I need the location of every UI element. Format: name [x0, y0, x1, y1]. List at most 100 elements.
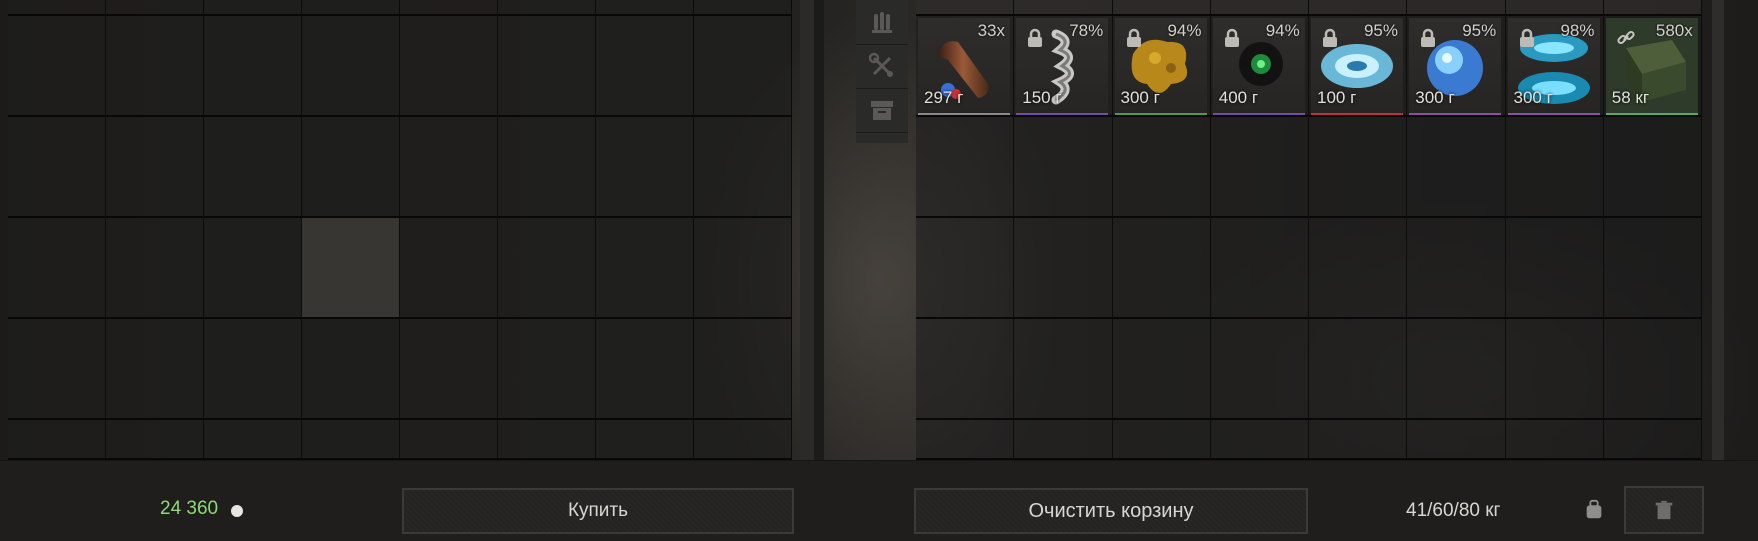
stash-cell[interactable]: [498, 319, 596, 420]
cart-cell[interactable]: [1505, 319, 1604, 420]
stash-cell[interactable]: [302, 319, 400, 420]
stash-cell[interactable]: [694, 16, 792, 117]
cart-cell[interactable]: [1210, 117, 1309, 218]
cart-cell[interactable]: [1407, 420, 1506, 460]
cart-cell[interactable]: [1112, 218, 1211, 319]
stash-cell[interactable]: [400, 420, 498, 460]
stash-cell[interactable]: [302, 117, 400, 218]
cart-cell[interactable]: [1309, 420, 1408, 460]
stash-cell[interactable]: [204, 117, 302, 218]
delete-cart-button[interactable]: [1624, 486, 1704, 534]
left-panel-scrollbar[interactable]: [800, 0, 814, 460]
stash-cell[interactable]: [596, 0, 694, 16]
storage-filter-button[interactable]: [856, 88, 908, 133]
cart-cell[interactable]: [1505, 0, 1604, 16]
stash-cell[interactable]: [498, 16, 596, 117]
cart-item-green-urchin[interactable]: 94% 400 г: [1212, 18, 1305, 115]
stash-cell[interactable]: [8, 117, 106, 218]
stash-cell[interactable]: [106, 16, 204, 117]
stash-cell[interactable]: [204, 0, 302, 16]
cart-cell[interactable]: [1505, 420, 1604, 460]
tools-filter-button[interactable]: [856, 44, 908, 89]
stash-cell[interactable]: [106, 0, 204, 16]
stash-cell[interactable]: [302, 16, 400, 117]
cart-cell[interactable]: [1014, 218, 1113, 319]
right-panel-scrollbar[interactable]: [1712, 0, 1724, 460]
stash-cell[interactable]: [400, 117, 498, 218]
cart-cell[interactable]: [1407, 319, 1506, 420]
cart-cell[interactable]: [1309, 218, 1408, 319]
stash-cell[interactable]: [596, 16, 694, 117]
cart-cell[interactable]: [916, 319, 1015, 420]
stash-cell[interactable]: [204, 420, 302, 460]
cart-cell[interactable]: [1407, 0, 1506, 16]
stash-cell[interactable]: [596, 319, 694, 420]
stash-cell[interactable]: [204, 319, 302, 420]
cart-cell[interactable]: [916, 117, 1015, 218]
cart-cell[interactable]: [1112, 0, 1211, 16]
stash-grid[interactable]: [8, 0, 792, 460]
stash-cell[interactable]: [204, 218, 302, 319]
stash-cell[interactable]: [596, 420, 694, 460]
stash-cell[interactable]: [694, 117, 792, 218]
cart-cell[interactable]: [1014, 319, 1113, 420]
cart-item-ammo-crate[interactable]: 580x 58 кг: [1605, 18, 1698, 115]
ammo-filter-button[interactable]: [856, 0, 908, 45]
stash-cell[interactable]: [400, 0, 498, 16]
cart-cell[interactable]: [1112, 420, 1211, 460]
cart-cell[interactable]: [1407, 218, 1506, 319]
cart-cell[interactable]: [1309, 117, 1408, 218]
cart-cell[interactable]: [916, 420, 1015, 460]
stash-cell[interactable]: [400, 218, 498, 319]
cart-cell[interactable]: [1603, 218, 1702, 319]
stash-cell[interactable]: [8, 218, 106, 319]
cart-cell[interactable]: [1407, 117, 1506, 218]
stash-cell[interactable]: [498, 0, 596, 16]
stash-cell[interactable]: [694, 319, 792, 420]
cart-cell[interactable]: [1603, 117, 1702, 218]
cart-cell[interactable]: [1210, 319, 1309, 420]
cart-cell[interactable]: [1309, 0, 1408, 16]
cart-cell[interactable]: [1603, 420, 1702, 460]
cart-cell[interactable]: [1210, 0, 1309, 16]
stash-cell[interactable]: [596, 117, 694, 218]
cart-cell[interactable]: [1309, 319, 1408, 420]
stash-cell[interactable]: [8, 0, 106, 16]
stash-cell[interactable]: [498, 117, 596, 218]
stash-cell[interactable]: [596, 218, 694, 319]
stash-cell[interactable]: [302, 0, 400, 16]
stash-cell[interactable]: [694, 420, 792, 460]
stash-cell[interactable]: [302, 218, 400, 319]
cart-cell[interactable]: [916, 0, 1015, 16]
stash-cell[interactable]: [302, 420, 400, 460]
cart-cell[interactable]: [1505, 117, 1604, 218]
cart-cell[interactable]: [1014, 0, 1113, 16]
cart-cell[interactable]: [1603, 319, 1702, 420]
cart-cell[interactable]: [916, 218, 1015, 319]
stash-cell[interactable]: [106, 117, 204, 218]
stash-cell[interactable]: [106, 420, 204, 460]
cart-cell[interactable]: [1112, 117, 1211, 218]
cart-item-blue-crystal-disks[interactable]: 98% 300 г: [1507, 18, 1600, 115]
clear-cart-button[interactable]: Очистить корзину: [914, 488, 1308, 534]
stash-cell[interactable]: [106, 218, 204, 319]
stash-cell[interactable]: [204, 16, 302, 117]
cart-item-blue-vortex[interactable]: 95% 100 г: [1311, 18, 1403, 115]
cart-cell[interactable]: [1603, 0, 1702, 16]
buy-button[interactable]: Купить: [402, 488, 794, 534]
stash-cell[interactable]: [106, 319, 204, 420]
stash-cell[interactable]: [8, 420, 106, 460]
cart-item-ammo[interactable]: 33x 297 г: [918, 18, 1010, 115]
cart-cell[interactable]: [1014, 420, 1113, 460]
cart-item-blue-sphere[interactable]: 95% 300 г: [1409, 18, 1502, 115]
cart-cell[interactable]: [1210, 420, 1309, 460]
stash-cell[interactable]: [400, 319, 498, 420]
stash-cell[interactable]: [8, 319, 106, 420]
cart-item-drill-spiral[interactable]: 78% 150 г: [1016, 18, 1109, 115]
cart-cell[interactable]: [1014, 117, 1113, 218]
cart-cell[interactable]: [1210, 218, 1309, 319]
stash-cell[interactable]: [498, 218, 596, 319]
stash-cell[interactable]: [8, 16, 106, 117]
stash-cell[interactable]: [400, 16, 498, 117]
stash-cell[interactable]: [694, 0, 792, 16]
